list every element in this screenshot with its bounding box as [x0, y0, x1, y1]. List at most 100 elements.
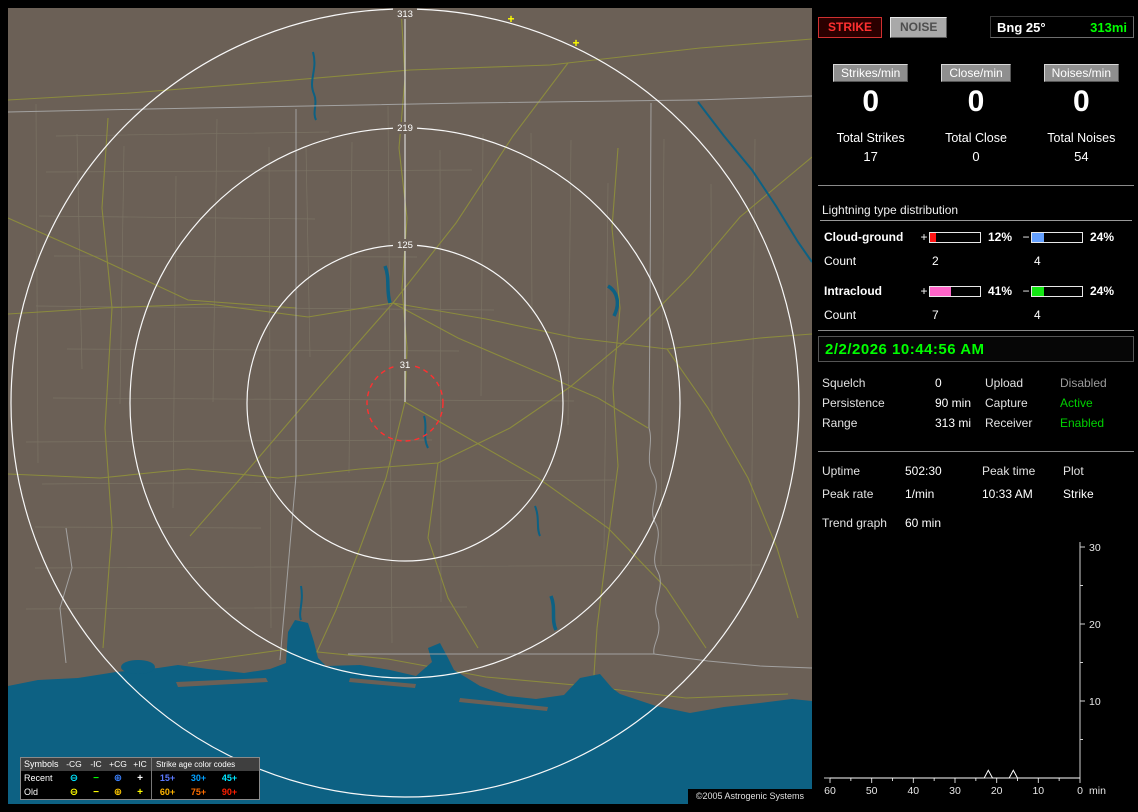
age-75: 75+: [190, 786, 207, 797]
legend-age-header: Strike age color codes: [151, 758, 259, 771]
map-legend: Symbols -CG -IC +CG +IC Strike age color…: [20, 757, 260, 800]
total-strikes-label: Total Strikes: [836, 131, 905, 145]
minus-sign: −: [1022, 284, 1030, 298]
cg-positive-count: 2: [932, 254, 939, 268]
legend-symbols-header: Symbols: [24, 759, 59, 769]
trend-graph: 30 20 10 60 50 40 30 20 10 0 min: [818, 540, 1134, 806]
ring-label-219: 219: [397, 123, 413, 134]
age-90: 90+: [221, 786, 238, 797]
total-close-value: 0: [972, 149, 980, 164]
ic-negative-bar: [1031, 285, 1083, 297]
cloud-ground-label: Cloud-ground: [824, 230, 904, 244]
ring-label-313: 313: [397, 9, 413, 20]
trend-xtick-60: 60: [824, 785, 836, 797]
trend-ytick-10: 10: [1089, 696, 1101, 708]
age-45: 45+: [221, 772, 238, 783]
copyright-notice: ©2005 Astrogenic Systems: [687, 789, 812, 804]
ic-positive-percent: 41%: [988, 284, 1013, 298]
age-30: 30+: [190, 772, 207, 783]
upload-status: Disabled: [1060, 376, 1107, 390]
datetime-display: 2/2/2026 10:44:56 AM: [818, 336, 1134, 362]
range-label: Range: [822, 416, 858, 430]
lightning-distribution-panel: Lightning type distribution Cloud-ground…: [818, 203, 1134, 327]
strikes-per-min-button[interactable]: Strikes/min: [832, 64, 909, 82]
recent-neg-cg-icon: ⊖: [69, 772, 79, 784]
strike-marker: +: [572, 36, 579, 50]
old-neg-ic-icon: −: [93, 786, 99, 798]
persistence-value: 90 min: [935, 396, 972, 410]
count-label: Count: [824, 308, 857, 322]
section-divider: [818, 451, 1134, 452]
recent-neg-ic-icon: −: [93, 772, 99, 784]
total-strikes-value: 17: [863, 149, 878, 164]
noises-per-min-value: 0: [1072, 85, 1090, 118]
cg-negative-count: 4: [1034, 254, 1041, 268]
persistence-label: Persistence: [822, 396, 885, 410]
age-15: 15+: [159, 772, 176, 783]
upload-label: Upload: [985, 376, 1024, 390]
noises-per-min-button[interactable]: Noises/min: [1043, 64, 1119, 82]
uptime-label: Uptime: [822, 463, 861, 478]
ring-label-125: 125: [397, 240, 413, 251]
legend-recent-label: Recent: [24, 772, 53, 783]
trend-series-line: [830, 769, 1080, 779]
squelch-value: 0: [935, 376, 942, 390]
close-per-min-button[interactable]: Close/min: [941, 64, 1011, 82]
cloud-ground-row: Cloud-ground + 12% − 24%: [820, 225, 1132, 249]
map-canvas: 313 219 125 31 + +: [8, 8, 812, 804]
receiver-label: Receiver: [985, 416, 1033, 430]
total-close-label: Total Close: [945, 131, 1007, 145]
legend-col-pos-ic: +IC: [133, 759, 147, 769]
nexstorm-app: 313 219 125 31 + + Symbols -CG -IC +CG +…: [0, 0, 1138, 812]
intracloud-row: Intracloud + 41% − 24%: [820, 279, 1132, 303]
legend-col-neg-cg: -CG: [66, 759, 82, 769]
trend-xtick-20: 20: [991, 785, 1003, 797]
old-neg-cg-icon: ⊖: [69, 786, 79, 798]
intracloud-count-row: Count 7 4: [820, 303, 1132, 327]
ic-negative-percent: 24%: [1090, 284, 1115, 298]
section-divider: [818, 185, 1134, 186]
trend-window-value: 60 min: [905, 516, 942, 530]
strike-indicator-button[interactable]: STRIKE: [818, 16, 883, 38]
trend-ytick-20: 20: [1089, 619, 1101, 631]
trend-graph-label: Trend graph: [822, 516, 887, 530]
age-60: 60+: [159, 786, 176, 797]
lightning-map[interactable]: 313 219 125 31 + + Symbols -CG -IC +CG +…: [8, 8, 812, 804]
status-sidebar: STRIKE NOISE Bng 25° 313mi Strikes/min C…: [818, 8, 1134, 804]
total-noises-value: 54: [1074, 149, 1089, 164]
cg-negative-percent: 24%: [1090, 230, 1115, 244]
trend-xtick-0: 0: [1077, 785, 1083, 797]
legend-col-pos-cg: +CG: [109, 759, 127, 769]
stats-grid: Uptime 502:30 Peak time Plot Peak rate 1…: [818, 459, 1134, 505]
strikes-per-min-value: 0: [862, 85, 879, 118]
status-grid: Squelch 0 Upload Disabled Persistence 90…: [818, 373, 1134, 433]
total-noises-label: Total Noises: [1047, 131, 1116, 145]
noise-indicator-button[interactable]: NOISE: [890, 16, 948, 38]
plus-sign: +: [920, 284, 928, 298]
trend-xtick-50: 50: [866, 785, 878, 797]
legend-col-neg-ic: -IC: [90, 759, 102, 769]
close-per-min-value: 0: [967, 85, 985, 118]
cloud-ground-count-row: Count 2 4: [820, 249, 1132, 273]
ic-positive-count: 7: [932, 308, 939, 322]
peak-rate-label: Peak rate: [822, 486, 874, 501]
section-divider: [818, 330, 1134, 331]
bearing-display: Bng 25° 313mi: [990, 16, 1134, 38]
capture-status: Active: [1060, 396, 1093, 410]
cg-positive-bar: [929, 231, 981, 243]
bearing-value: Bng 25°: [997, 19, 1046, 35]
trend-xtick-30: 30: [949, 785, 961, 797]
peak-time-value: 10:33 AM: [982, 486, 1033, 501]
squelch-label: Squelch: [822, 376, 866, 390]
cg-positive-percent: 12%: [988, 230, 1013, 244]
trend-xtick-40: 40: [907, 785, 919, 797]
count-label: Count: [824, 254, 857, 268]
plot-value: Strike: [1063, 486, 1094, 501]
capture-label: Capture: [985, 396, 1028, 410]
old-pos-cg-icon: ⊕: [113, 786, 123, 798]
cg-negative-bar: [1031, 231, 1083, 243]
trend-x-unit: min: [1089, 785, 1106, 797]
trend-ticks: [829, 546, 1085, 783]
recent-pos-ic-icon: +: [137, 772, 143, 784]
plus-sign: +: [920, 230, 928, 244]
